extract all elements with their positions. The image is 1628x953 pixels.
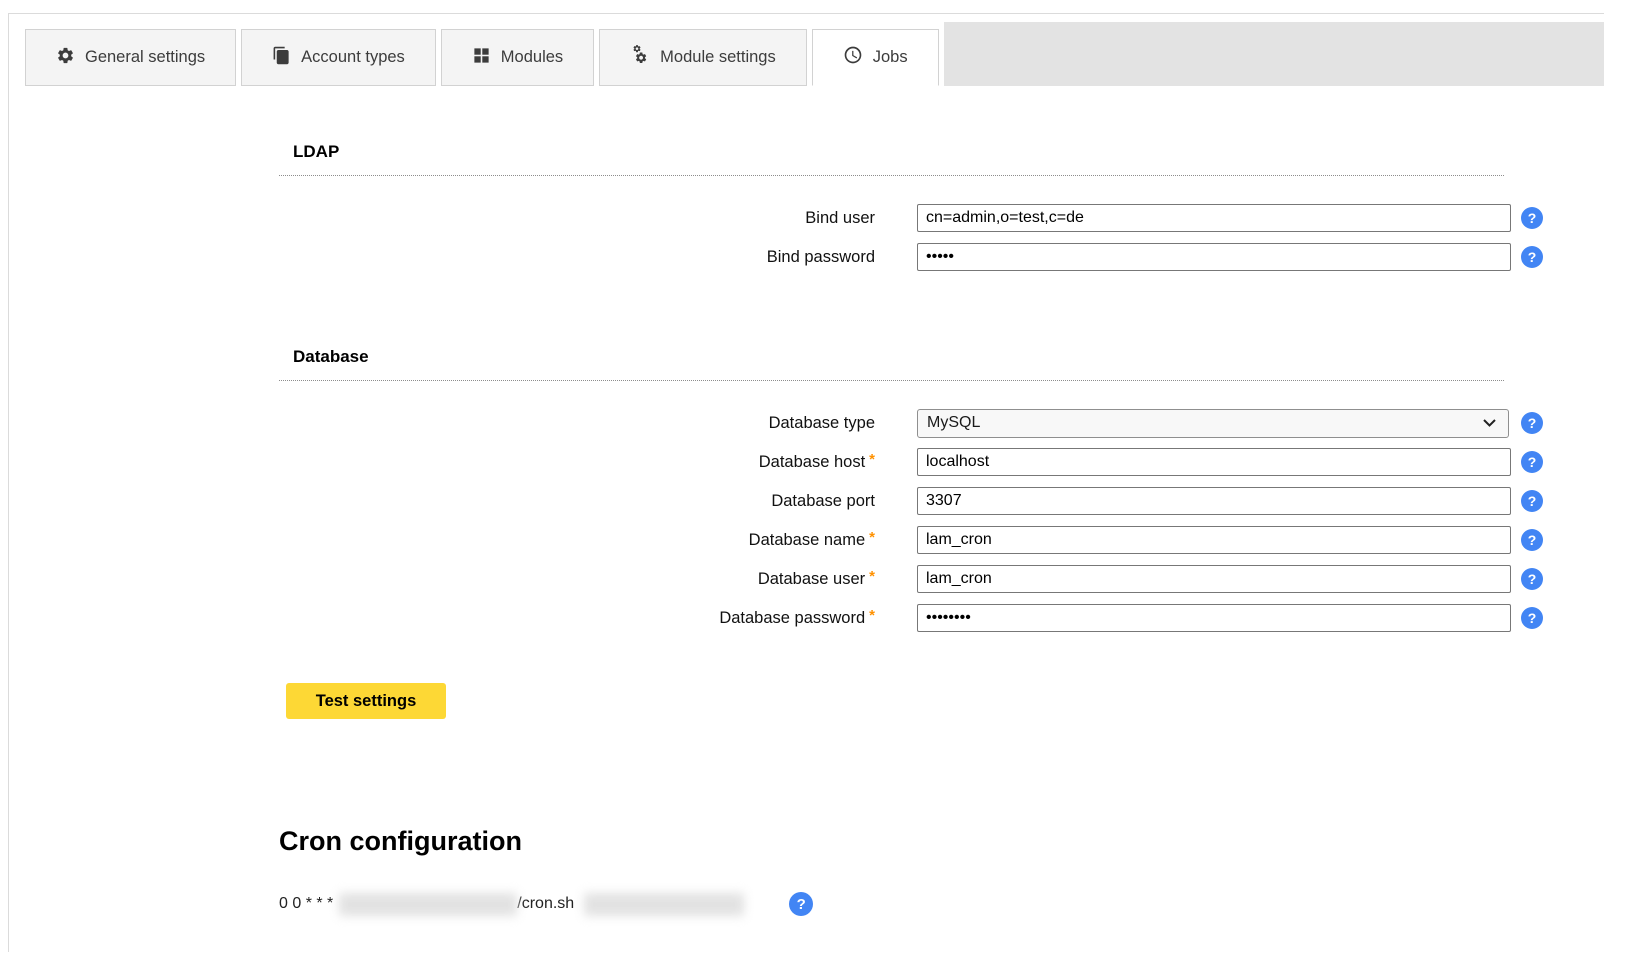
help-icon[interactable]: ? (1521, 412, 1543, 434)
database-password-label: Database password* (279, 609, 875, 628)
database-host-row: Database host* ? (279, 448, 1604, 476)
required-mark: * (869, 568, 875, 585)
gears-icon (630, 45, 650, 70)
copy-icon (272, 46, 291, 70)
tabstrip-filler (944, 22, 1604, 86)
database-port-input[interactable] (917, 487, 1511, 515)
redacted-args (584, 893, 744, 916)
clock-icon (843, 45, 863, 70)
test-settings-button[interactable]: Test settings (286, 683, 446, 719)
database-form: Database type MySQL ? Database host* ? D… (279, 409, 1604, 632)
help-icon[interactable]: ? (1521, 607, 1543, 629)
tab-module-settings[interactable]: Module settings (599, 29, 807, 86)
cron-schedule: 0 0 * * * (279, 895, 333, 913)
help-icon[interactable]: ? (1521, 246, 1543, 268)
database-name-input[interactable] (917, 526, 1511, 554)
help-icon[interactable]: ? (1521, 568, 1543, 590)
tab-jobs[interactable]: Jobs (812, 29, 939, 86)
tab-account-types[interactable]: Account types (241, 29, 436, 86)
database-type-select[interactable]: MySQL (917, 409, 1509, 438)
selected-option: MySQL (927, 414, 980, 432)
required-mark: * (869, 529, 875, 546)
database-name-label: Database name* (279, 531, 875, 550)
gear-icon (56, 46, 75, 70)
database-type-row: Database type MySQL ? (279, 409, 1604, 437)
database-host-input[interactable] (917, 448, 1511, 476)
tab-modules[interactable]: Modules (441, 29, 594, 86)
database-password-row: Database password* ? (279, 604, 1604, 632)
tab-label: Module settings (660, 48, 776, 67)
help-icon[interactable]: ? (1521, 490, 1543, 512)
bind-password-label: Bind password (279, 248, 875, 267)
database-password-input[interactable] (917, 604, 1511, 632)
tab-label: Jobs (873, 48, 908, 67)
tab-label: General settings (85, 48, 205, 67)
database-type-label: Database type (279, 414, 875, 433)
database-user-row: Database user* ? (279, 565, 1604, 593)
database-port-row: Database port ? (279, 487, 1604, 515)
bind-password-input[interactable] (917, 243, 1511, 271)
tab-bar: General settings Account types Modules M… (9, 14, 1604, 86)
grid-icon (472, 46, 491, 70)
cron-script: /cron.sh (517, 895, 574, 913)
cron-configuration-title: Cron configuration (279, 826, 1604, 857)
required-mark: * (869, 607, 875, 624)
database-name-row: Database name* ? (279, 526, 1604, 554)
database-port-label: Database port (279, 492, 875, 511)
bind-user-input[interactable] (917, 204, 1511, 232)
bind-password-row: Bind password ? (279, 243, 1604, 271)
bind-user-row: Bind user ? (279, 204, 1604, 232)
database-section-title: Database (279, 347, 1504, 381)
settings-page: General settings Account types Modules M… (8, 13, 1604, 952)
tab-label: Modules (501, 48, 563, 67)
ldap-form: Bind user ? Bind password ? (279, 204, 1604, 271)
required-mark: * (869, 451, 875, 468)
database-user-input[interactable] (917, 565, 1511, 593)
tab-label: Account types (301, 48, 405, 67)
help-icon[interactable]: ? (1521, 529, 1543, 551)
database-user-label: Database user* (279, 570, 875, 589)
chevron-down-icon (1483, 414, 1496, 432)
database-host-label: Database host* (279, 453, 875, 472)
ldap-section-title: LDAP (279, 142, 1504, 176)
help-icon[interactable]: ? (1521, 207, 1543, 229)
help-icon[interactable]: ? (789, 892, 813, 916)
cron-command-line: 0 0 * * * /cron.sh ? (279, 892, 1604, 916)
tab-general-settings[interactable]: General settings (25, 29, 236, 86)
help-icon[interactable]: ? (1521, 451, 1543, 473)
bind-user-label: Bind user (279, 209, 875, 228)
redacted-path (339, 893, 517, 916)
